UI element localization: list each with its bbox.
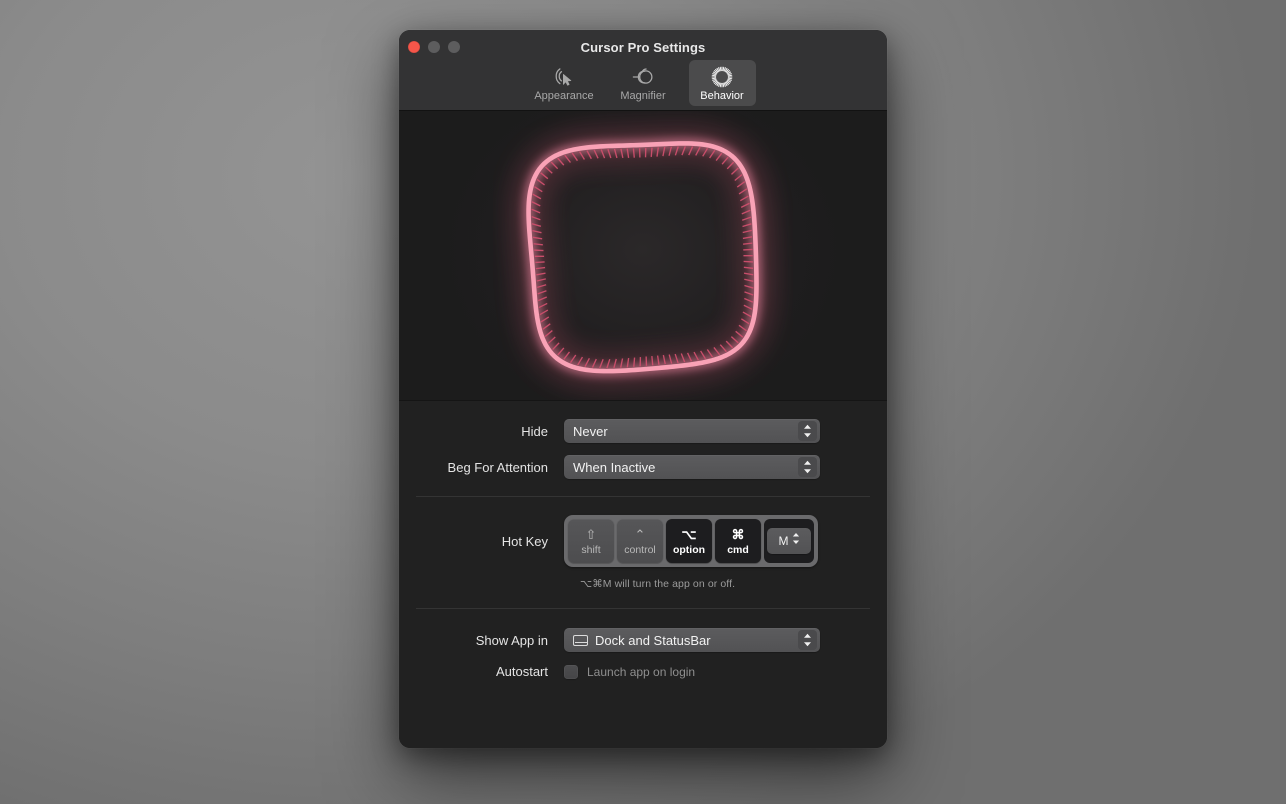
key-character-value: M bbox=[779, 534, 789, 548]
chevron-updown-icon[interactable] bbox=[792, 532, 800, 550]
close-button[interactable] bbox=[408, 41, 420, 53]
key-control[interactable]: ⌃ control bbox=[617, 519, 663, 563]
beg-for-attention-label: Beg For Attention bbox=[399, 460, 564, 475]
tab-appearance-label: Appearance bbox=[531, 90, 598, 103]
row-beg-for-attention: Beg For Attention When Inactive bbox=[399, 455, 887, 479]
show-app-in-value: Dock and StatusBar bbox=[595, 633, 711, 648]
hide-value: Never bbox=[573, 424, 608, 439]
autostart-checkbox[interactable] bbox=[564, 665, 578, 679]
hide-label: Hide bbox=[399, 424, 564, 439]
window-titlebar: Cursor Pro Settings Appearance bbox=[399, 30, 887, 111]
key-option-glyph: ⌥ bbox=[682, 527, 697, 543]
cursor-ring-graphic bbox=[493, 111, 793, 401]
key-option-label: option bbox=[673, 544, 705, 556]
row-hide: Hide Never bbox=[399, 419, 887, 443]
row-show-app-in: Show App in Dock and StatusBar bbox=[399, 628, 887, 652]
hot-key-label: Hot Key bbox=[399, 534, 564, 549]
chevron-updown-icon[interactable] bbox=[798, 421, 817, 441]
cursor-preview-area bbox=[399, 111, 887, 401]
key-cmd-label: cmd bbox=[727, 544, 749, 556]
beg-for-attention-value: When Inactive bbox=[573, 460, 655, 475]
key-shift-glyph: ⇧ bbox=[586, 527, 597, 543]
key-character-dropdown[interactable]: M bbox=[767, 528, 811, 554]
cursor-click-icon bbox=[531, 64, 598, 89]
minimize-button[interactable] bbox=[428, 41, 440, 53]
toolbar-tabs: Appearance Magnifier bbox=[399, 60, 887, 106]
hot-key-hint: ⌥⌘M will turn the app on or off. bbox=[580, 578, 887, 590]
hide-dropdown[interactable]: Never bbox=[564, 419, 820, 443]
key-control-glyph: ⌃ bbox=[635, 527, 646, 543]
show-app-in-label: Show App in bbox=[399, 633, 564, 648]
row-hot-key: Hot Key ⇧ shift ⌃ control ⌥ option ⌘ cmd bbox=[399, 515, 887, 567]
row-autostart: Autostart Launch app on login bbox=[399, 664, 887, 679]
maximize-button[interactable] bbox=[448, 41, 460, 53]
settings-window: Cursor Pro Settings Appearance bbox=[399, 30, 887, 748]
beg-for-attention-dropdown[interactable]: When Inactive bbox=[564, 455, 820, 479]
tab-behavior[interactable]: Behavior bbox=[689, 60, 756, 106]
traffic-light-group bbox=[408, 41, 460, 53]
tab-magnifier[interactable]: Magnifier bbox=[610, 60, 677, 106]
divider-2 bbox=[416, 608, 870, 609]
divider-1 bbox=[416, 496, 870, 497]
key-control-label: control bbox=[624, 544, 656, 556]
key-cmd[interactable]: ⌘ cmd bbox=[715, 519, 761, 563]
chevron-updown-icon[interactable] bbox=[798, 630, 817, 650]
hot-key-group: ⇧ shift ⌃ control ⌥ option ⌘ cmd bbox=[564, 515, 818, 567]
settings-body: Hide Never Beg For Attention When Inacti… bbox=[399, 401, 887, 748]
tab-behavior-label: Behavior bbox=[689, 90, 756, 103]
key-shift-label: shift bbox=[581, 544, 600, 556]
key-character-slot: M bbox=[764, 519, 814, 563]
show-app-in-dropdown[interactable]: Dock and StatusBar bbox=[564, 628, 820, 652]
dial-ticks-icon bbox=[689, 64, 756, 89]
window-title: Cursor Pro Settings bbox=[399, 30, 887, 55]
key-option[interactable]: ⌥ option bbox=[666, 519, 712, 563]
magnifier-icon bbox=[610, 64, 677, 89]
autostart-label: Autostart bbox=[399, 664, 564, 679]
tab-appearance[interactable]: Appearance bbox=[531, 60, 598, 106]
chevron-updown-icon[interactable] bbox=[798, 457, 817, 477]
key-shift[interactable]: ⇧ shift bbox=[568, 519, 614, 563]
tab-magnifier-label: Magnifier bbox=[610, 90, 677, 103]
key-cmd-glyph: ⌘ bbox=[732, 527, 745, 543]
dock-statusbar-icon bbox=[573, 635, 588, 646]
autostart-checkbox-label: Launch app on login bbox=[587, 665, 695, 679]
